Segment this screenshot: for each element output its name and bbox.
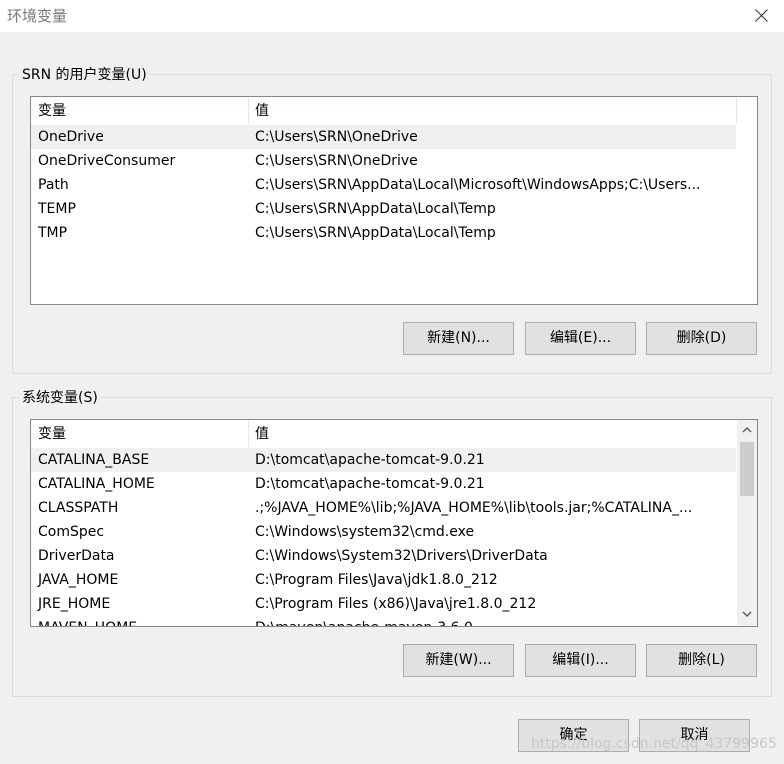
new-system-variable-button[interactable]: 新建(W)... bbox=[403, 644, 514, 677]
list-item[interactable]: OneDriveConsumer C:\Users\SRN\OneDrive bbox=[31, 149, 736, 173]
column-header-value[interactable]: 值 bbox=[248, 420, 736, 447]
variable-value: D:\tomcat\apache-tomcat-9.0.21 bbox=[255, 476, 485, 492]
close-button[interactable] bbox=[738, 0, 784, 32]
scroll-up-button[interactable] bbox=[737, 420, 757, 440]
column-divider bbox=[736, 98, 737, 124]
variable-name: DriverData bbox=[38, 548, 115, 564]
system-variables-label: 系统变量(S) bbox=[19, 387, 101, 407]
variable-name: CLASSPATH bbox=[38, 500, 119, 516]
variable-value: .;%JAVA_HOME%\lib;%JAVA_HOME%\lib\tools.… bbox=[255, 500, 693, 516]
window-title: 环境变量 bbox=[7, 7, 68, 25]
list-item[interactable]: DriverData C:\Windows\System32\Drivers\D… bbox=[31, 544, 736, 568]
variable-name: OneDriveConsumer bbox=[38, 153, 176, 169]
system-variables-group: 系统变量(S) 变量 值 CATALINA_BASE D:\tomcat\apa… bbox=[12, 387, 772, 697]
list-item[interactable]: JRE_HOME C:\Program Files (x86)\Java\jre… bbox=[31, 592, 736, 616]
variable-name: JRE_HOME bbox=[38, 596, 111, 612]
list-item[interactable]: CATALINA_HOME D:\tomcat\apache-tomcat-9.… bbox=[31, 472, 736, 496]
list-header: 变量 值 bbox=[31, 97, 757, 124]
watermark: https://blog.csdn.net/qq_43799965 bbox=[531, 736, 777, 752]
list-item[interactable]: TMP C:\Users\SRN\AppData\Local\Temp bbox=[31, 221, 736, 245]
variable-name: MAVEN_HOME bbox=[38, 616, 137, 626]
variable-name: CATALINA_HOME bbox=[38, 476, 155, 492]
variable-value: C:\Users\SRN\AppData\Local\Temp bbox=[255, 225, 496, 241]
list-item[interactable]: CATALINA_BASE D:\tomcat\apache-tomcat-9.… bbox=[31, 448, 736, 472]
scrollbar-thumb[interactable] bbox=[740, 442, 754, 496]
variable-name: Path bbox=[38, 177, 69, 193]
vertical-scrollbar[interactable] bbox=[737, 420, 757, 626]
list-header: 变量 值 bbox=[31, 420, 737, 447]
variable-name: TEMP bbox=[38, 201, 76, 217]
edit-system-variable-button[interactable]: 编辑(I)... bbox=[525, 644, 636, 677]
variable-name: OneDrive bbox=[38, 129, 104, 145]
variable-value: D:\maven\apache-maven-3.6.0 bbox=[255, 616, 473, 626]
system-variables-list[interactable]: 变量 值 CATALINA_BASE D:\tomcat\apache-tomc… bbox=[30, 419, 758, 627]
variable-value: C:\Users\SRN\AppData\Local\Temp bbox=[255, 201, 496, 217]
list-item[interactable]: JAVA_HOME C:\Program Files\Java\jdk1.8.0… bbox=[31, 568, 736, 592]
user-variables-group: SRN 的用户变量(U) 变量 值 OneDrive C:\Users\SRN\… bbox=[12, 64, 772, 374]
variable-value: C:\Windows\system32\cmd.exe bbox=[255, 524, 475, 540]
variable-name: CATALINA_BASE bbox=[38, 452, 150, 468]
user-variables-label: SRN 的用户变量(U) bbox=[19, 64, 150, 84]
list-item[interactable]: CLASSPATH .;%JAVA_HOME%\lib;%JAVA_HOME%\… bbox=[31, 496, 736, 520]
variable-value: C:\Windows\System32\Drivers\DriverData bbox=[255, 548, 548, 564]
variable-value: C:\Users\SRN\AppData\Local\Microsoft\Win… bbox=[255, 177, 701, 193]
list-item[interactable]: ComSpec C:\Windows\system32\cmd.exe bbox=[31, 520, 736, 544]
column-header-value[interactable]: 值 bbox=[248, 97, 736, 124]
user-variables-list[interactable]: 变量 值 OneDrive C:\Users\SRN\OneDrive OneD… bbox=[30, 96, 758, 305]
list-item[interactable]: MAVEN_HOME D:\maven\apache-maven-3.6.0 bbox=[31, 616, 736, 626]
new-user-variable-button[interactable]: 新建(N)... bbox=[403, 322, 514, 355]
list-item[interactable]: Path C:\Users\SRN\AppData\Local\Microsof… bbox=[31, 173, 736, 197]
variable-value: C:\Program Files (x86)\Java\jre1.8.0_212 bbox=[255, 596, 537, 612]
column-header-variable[interactable]: 变量 bbox=[31, 420, 248, 447]
variable-value: C:\Users\SRN\OneDrive bbox=[255, 129, 418, 145]
list-item[interactable]: TEMP C:\Users\SRN\AppData\Local\Temp bbox=[31, 197, 736, 221]
scroll-down-button[interactable] bbox=[737, 605, 757, 625]
edit-user-variable-button[interactable]: 编辑(E)... bbox=[525, 322, 636, 355]
delete-system-variable-button[interactable]: 删除(L) bbox=[646, 644, 757, 677]
chevron-down-icon bbox=[742, 611, 752, 618]
title-bar: 环境变量 bbox=[0, 0, 784, 32]
variable-name: TMP bbox=[38, 225, 68, 241]
variable-value: C:\Users\SRN\OneDrive bbox=[255, 153, 418, 169]
delete-user-variable-button[interactable]: 删除(D) bbox=[646, 322, 757, 355]
column-header-variable[interactable]: 变量 bbox=[31, 97, 248, 124]
variable-value: D:\tomcat\apache-tomcat-9.0.21 bbox=[255, 452, 485, 468]
list-item[interactable]: OneDrive C:\Users\SRN\OneDrive bbox=[31, 125, 736, 149]
chevron-up-icon bbox=[742, 426, 752, 433]
variable-value: C:\Program Files\Java\jdk1.8.0_212 bbox=[255, 572, 498, 588]
variable-name: JAVA_HOME bbox=[38, 572, 119, 588]
close-icon bbox=[755, 9, 768, 22]
variable-name: ComSpec bbox=[38, 524, 105, 540]
